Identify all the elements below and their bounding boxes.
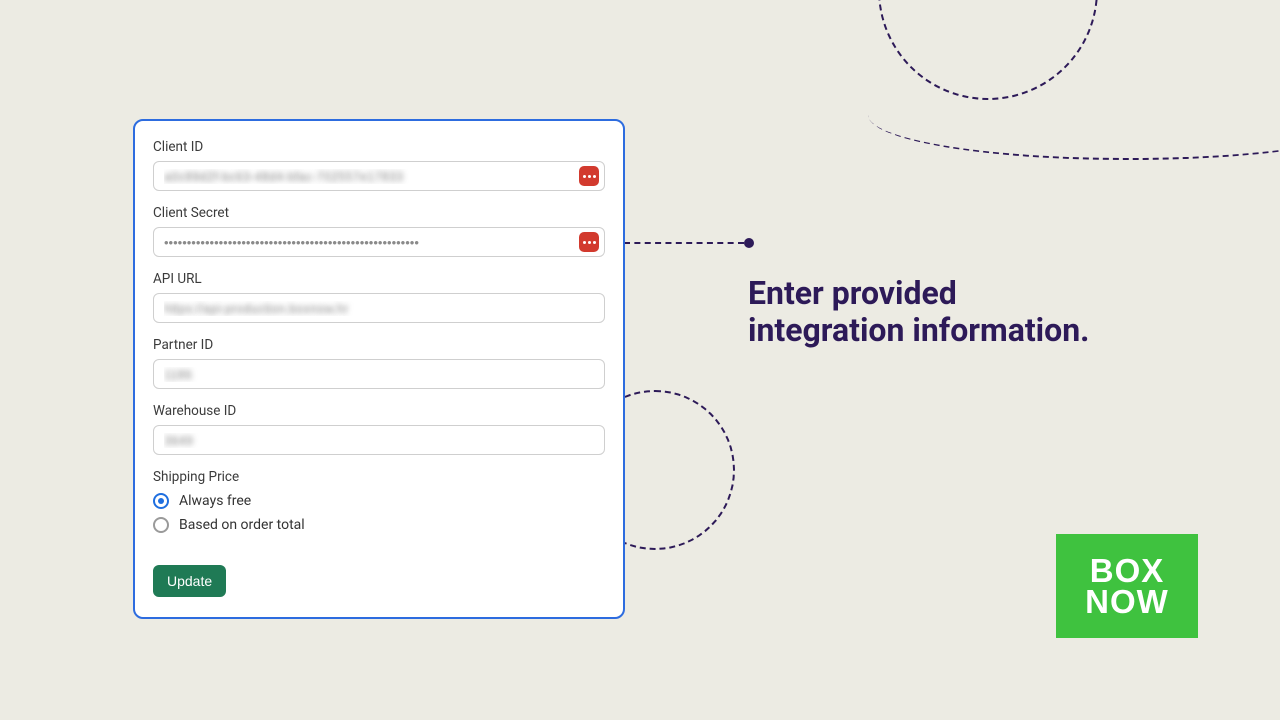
connector-line <box>624 242 744 244</box>
connector-dot <box>744 238 754 248</box>
client-id-input-wrap <box>153 161 605 191</box>
client-secret-label: Client Secret <box>153 205 605 221</box>
client-secret-input-wrap <box>153 227 605 257</box>
radio-based-on-total-row[interactable]: Based on order total <box>153 517 605 533</box>
radio-always-free-label: Always free <box>179 493 251 509</box>
decorative-circle-top <box>878 0 1098 100</box>
radio-based-on-total-label: Based on order total <box>179 517 305 533</box>
integration-callout: Enter provided integration information. <box>748 275 1089 349</box>
field-partner-id: Partner ID <box>153 337 605 389</box>
decorative-arc <box>868 115 1280 160</box>
radio-always-free-row[interactable]: Always free <box>153 493 605 509</box>
partner-id-input-wrap <box>153 359 605 389</box>
client-id-label: Client ID <box>153 139 605 155</box>
partner-id-input[interactable] <box>153 359 605 389</box>
radio-based-on-total[interactable] <box>153 517 169 533</box>
field-api-url: API URL <box>153 271 605 323</box>
settings-card: Client ID Client Secret API URL Partner … <box>133 119 625 619</box>
warehouse-id-label: Warehouse ID <box>153 403 605 419</box>
partner-id-label: Partner ID <box>153 337 605 353</box>
logo-line1: BOX <box>1090 555 1165 586</box>
boxnow-logo: BOX NOW <box>1056 534 1198 638</box>
radio-always-free[interactable] <box>153 493 169 509</box>
callout-line2: integration information. <box>748 311 1089 349</box>
field-client-id: Client ID <box>153 139 605 191</box>
callout-line1: Enter provided <box>748 274 957 312</box>
autofill-icon[interactable] <box>579 232 599 252</box>
field-warehouse-id: Warehouse ID <box>153 403 605 455</box>
logo-line2: NOW <box>1085 586 1169 617</box>
warehouse-id-input-wrap <box>153 425 605 455</box>
autofill-icon[interactable] <box>579 166 599 186</box>
field-client-secret: Client Secret <box>153 205 605 257</box>
client-id-input[interactable] <box>153 161 605 191</box>
client-secret-input[interactable] <box>153 227 605 257</box>
warehouse-id-input[interactable] <box>153 425 605 455</box>
update-button[interactable]: Update <box>153 565 226 597</box>
shipping-price-label: Shipping Price <box>153 469 605 485</box>
api-url-input-wrap <box>153 293 605 323</box>
field-shipping-price: Shipping Price Always free Based on orde… <box>153 469 605 533</box>
api-url-label: API URL <box>153 271 605 287</box>
api-url-input[interactable] <box>153 293 605 323</box>
